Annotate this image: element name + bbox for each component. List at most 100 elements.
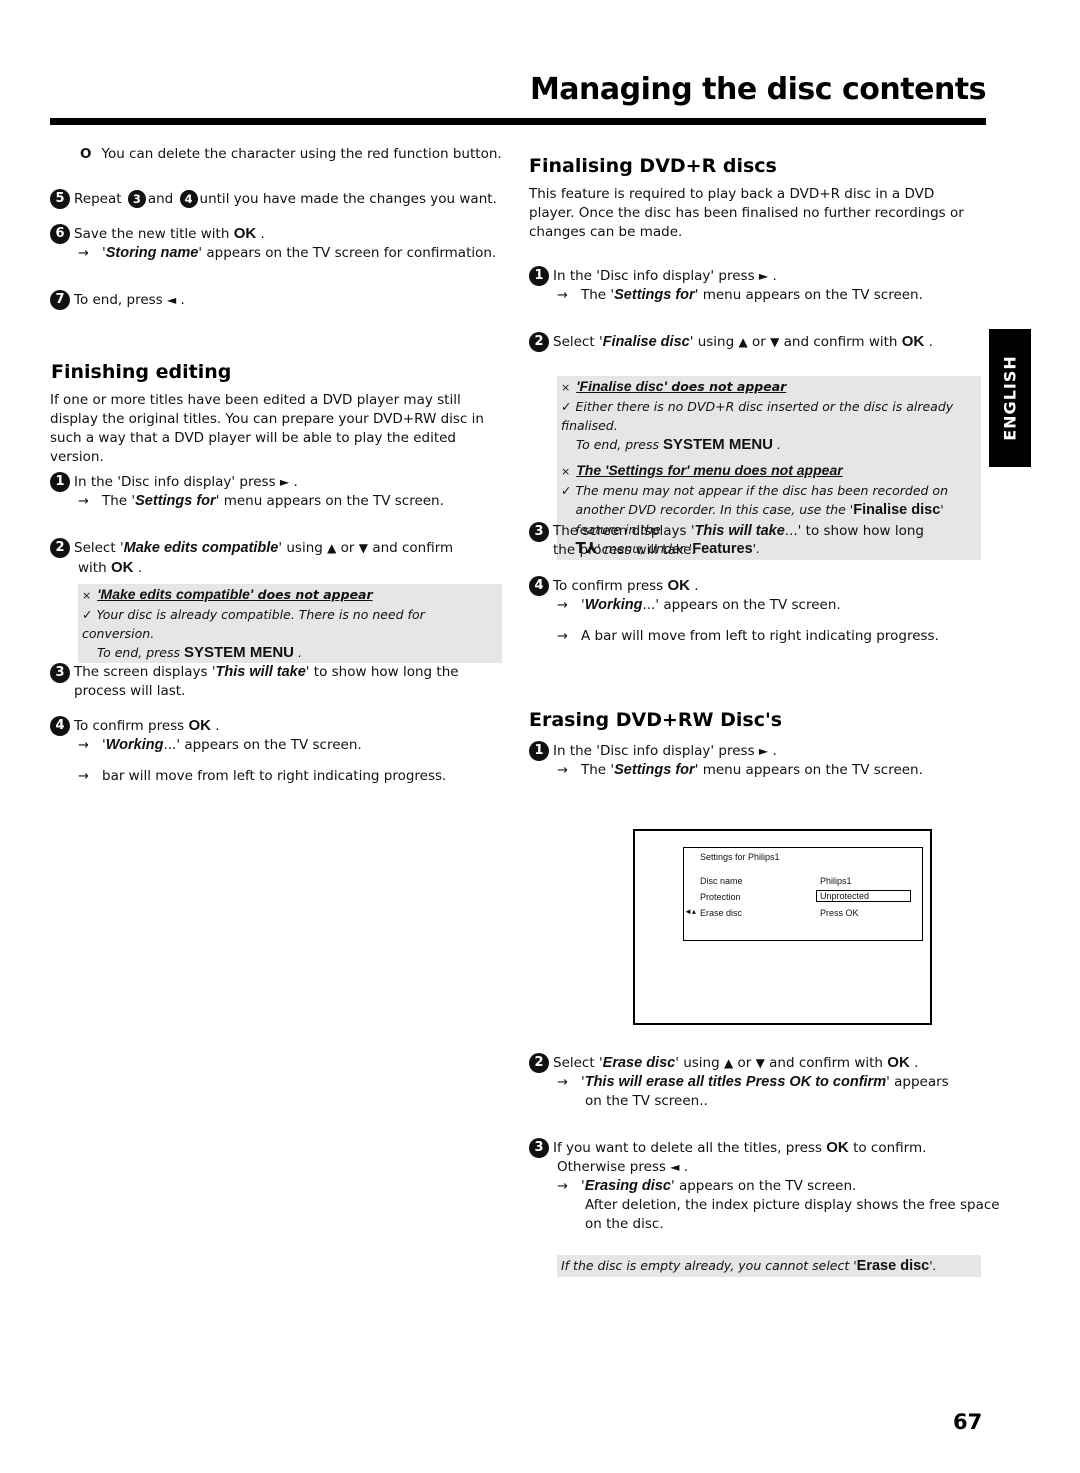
step-text: The screen displays ' [553,523,695,539]
ok-key: OK [826,1139,849,1156]
finalising-step-4: 4 To confirm press OK . → 'Working...' app… [529,576,939,646]
system-menu-key: SYSTEM MENU [183,644,294,661]
erasing-step-2: 2 Select 'Erase disc' using ▲ or ▼ and co… [529,1053,949,1111]
cross-icon: × [82,589,92,602]
step-text: In the 'Disc info display' press [553,268,755,284]
note-title: does not appear [666,379,787,394]
step-text: Select ' [74,540,124,556]
arrow-icon: → [557,763,568,778]
menu-pointer-icon: ◄▴ [684,907,696,916]
ok-key: OK [188,717,212,734]
step-number: 4 [50,716,70,736]
page-number: 67 [953,1410,983,1434]
right-arrow-icon: ► [758,269,769,283]
language-tab: ENGLISH [989,329,1031,467]
result-text: ' menu appears on the TV screen. [694,762,923,778]
erase-note: If the disc is empty already, you cannot… [557,1255,981,1277]
screen-message: Settings for [614,762,695,778]
language-tab-label: ENGLISH [1000,355,1020,441]
menu-row-label: Protection [700,892,741,902]
punct: . [215,718,220,734]
page-title: Managing the disc contents [529,72,987,107]
arrow-icon: → [557,629,568,644]
arrow-icon: → [557,1179,568,1194]
punct: . [914,1055,919,1071]
step-text: and confirm [372,540,454,556]
finalising-step-3: 3 The screen displays 'This will take...'… [529,522,949,560]
step-text: The screen displays ' [74,664,216,680]
up-arrow-icon: ▲ [327,541,337,555]
tip-line: O You can delete the character using the … [80,145,502,164]
ok-key: OK [901,333,925,350]
step-text: To confirm press [553,578,664,594]
result-text: ' menu appears on the TV screen. [694,287,923,303]
punct: . [694,578,699,594]
finishing-heading: Finishing editing [51,361,232,383]
tip-text: You can delete the character using the r… [101,146,502,162]
punct: . [137,560,143,576]
menu-option: Finalise disc [602,334,690,350]
step-number: 4 [529,576,549,596]
ok-key: OK [110,559,134,576]
note-title: does not appear [253,587,373,602]
step-text: and confirm with [769,1055,883,1071]
arrow-icon: → [78,494,89,509]
right-arrow-icon: ► [279,475,290,489]
step-number: 2 [529,1053,549,1073]
step-number: 3 [50,663,70,683]
down-arrow-icon: ▼ [770,335,780,349]
menu-row-value-selected: Unprotected [816,890,911,902]
result-text: After deletion, the index picture displa… [585,1197,1000,1213]
troubleshoot-note: × 'Make edits compatible' does not appear… [78,584,502,663]
cross-icon: × [561,465,571,478]
system-menu-key: SYSTEM MENU [662,436,773,453]
step-text: to confirm. [853,1140,927,1156]
menu-option: Erase disc [602,1055,676,1071]
punct: . [776,437,781,452]
result-text: ' appears on the TV screen for confirmat… [198,245,497,261]
step-text: and [147,191,174,207]
erasing-step-1: 1 In the 'Disc info display' press ► . → T… [529,741,923,780]
step-ref-4: 4 [179,190,198,208]
note-title: 'Make edits compatible' [97,586,254,602]
check-icon: ✓ [82,607,93,622]
note-text: To end, press [97,645,180,660]
menu-option: Make edits compatible [123,540,279,556]
note-title: 'Finalise disc' [576,378,667,394]
step-number: 3 [529,1138,549,1158]
step-number: 2 [50,538,70,558]
step-number: 1 [529,741,549,761]
settings-menu: Settings for Philips1 Disc name Philips1… [683,847,923,941]
arrow-icon: → [78,246,89,261]
finishing-step-1: 1 In the 'Disc info display' press ► . → T… [50,472,444,511]
punct: . [180,292,185,308]
step-text: Otherwise press [557,1159,666,1175]
finalising-step-2: 2 Select 'Finalise disc' using ▲ or ▼ and… [529,332,933,352]
menu-option: Finalise disc [853,502,941,518]
result-text: on the disc. [585,1216,664,1232]
screen-message: Settings for [135,493,216,509]
note-text: If the disc is empty already, you cannot… [561,1258,857,1273]
header-rule [50,118,986,125]
finalising-step-1: 1 In the 'Disc info display' press ► . → T… [529,266,923,305]
step-ref-3: 3 [127,190,146,208]
step-text: and confirm with [783,334,898,350]
step-number: 7 [50,290,70,310]
step-text: ' using [689,334,735,350]
result-text: bar will move from left to right indicat… [102,768,447,784]
step-6: 6 Save the new title with OK . → 'Storing … [50,224,496,263]
arrow-icon: → [557,288,568,303]
punct: . [260,226,265,242]
punct: '. [929,1258,937,1273]
check-icon: ✓ [561,399,572,414]
step-text: Repeat [74,191,122,207]
step-number: 5 [50,189,70,209]
step-number: 2 [529,332,549,352]
up-arrow-icon: ▲ [738,335,748,349]
step-text: To confirm press [74,718,185,734]
result-text: ' appears [886,1074,949,1090]
finalising-heading: Finalising DVD+R discs [529,155,777,177]
note-text: Either there is no DVD+R disc inserted o… [561,399,954,433]
finishing-intro: If one or more titles have been edited a… [50,392,484,465]
ok-key: OK [667,577,691,594]
